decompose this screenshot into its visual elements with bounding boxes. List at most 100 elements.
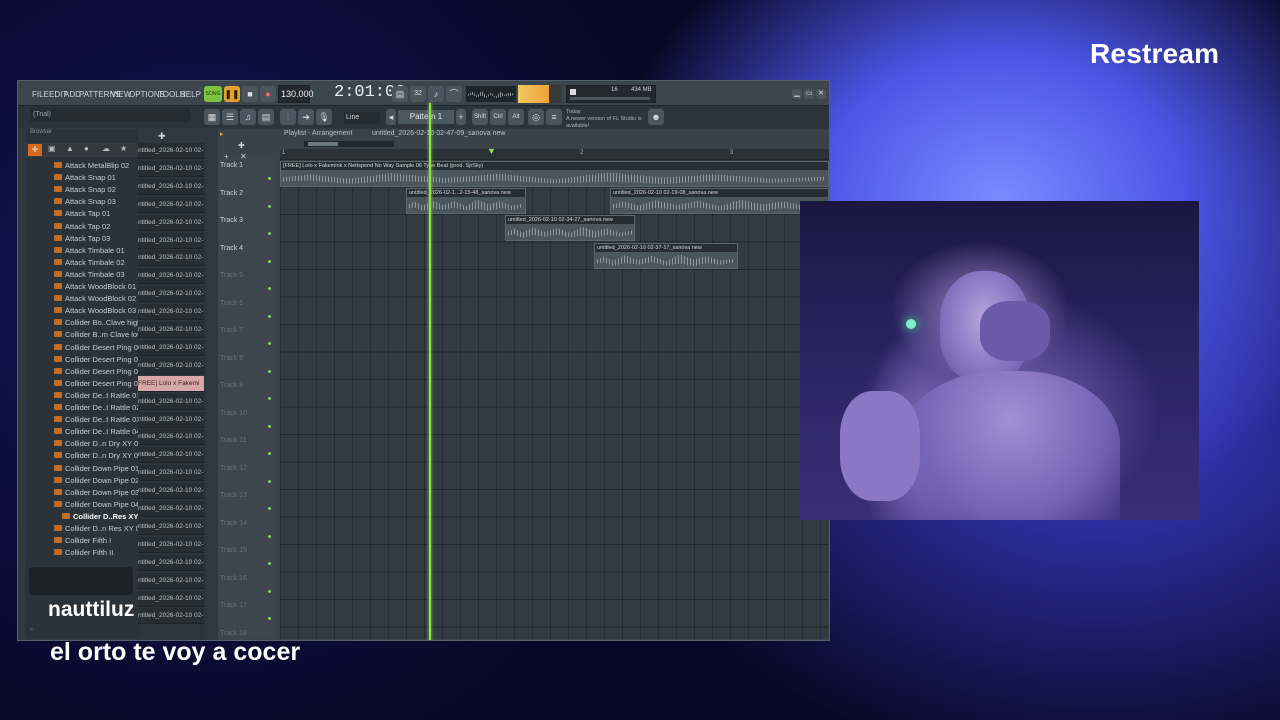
clip-picker-item[interactable]: ntitled_2026-02-10 02-	[138, 393, 204, 410]
clip-picker-item[interactable]: ntitled_2026-02-10 02-	[138, 501, 204, 517]
track-mute-led[interactable]	[268, 369, 271, 373]
track-label[interactable]: Track 6	[220, 300, 243, 307]
browser-item[interactable]: Collider D..Res XY 01	[62, 512, 149, 521]
browser-all-icon[interactable]: ✛	[28, 144, 42, 156]
shift-key-indicator[interactable]: Shift	[472, 109, 488, 125]
audio-clip[interactable]: untitled_2026-02-10 02-37-17_sanova new	[594, 243, 738, 269]
browser-item[interactable]: Collider De..t Rattle 04	[54, 427, 140, 436]
channel-rack-icon[interactable]: ▤	[258, 109, 274, 125]
track-mute-led[interactable]	[268, 342, 271, 345]
clip-picker-item[interactable]: ntitled_2026-02-10 02-	[138, 250, 204, 267]
track-label[interactable]: Track 8	[220, 355, 243, 362]
browser-item[interactable]: Attack Tap 02	[54, 222, 110, 231]
track-label[interactable]: Track 16	[220, 575, 247, 582]
track-label[interactable]: Track 15	[220, 547, 247, 554]
clip-picker-item[interactable]: ntitled_2026-02-10 02-	[138, 483, 204, 500]
prev-pattern-icon[interactable]: ◂	[386, 109, 396, 125]
browser-item[interactable]: Collider Fifth I	[54, 536, 111, 545]
browser-item[interactable]: Attack WoodBlock 01	[54, 282, 136, 291]
clip-picker-item[interactable]: ntitled_2026-02-10 02-	[138, 465, 204, 482]
clip-picker-item[interactable]: ntitled_2026-02-10 02-	[138, 518, 204, 535]
browser-item[interactable]: Collider De..t Rattle 03	[54, 415, 140, 424]
track-mute-led[interactable]	[268, 452, 271, 455]
track-mute-led[interactable]	[268, 287, 271, 290]
wait-input-icon[interactable]: ⌒	[446, 86, 462, 102]
clip-picker-item[interactable]: ntitled_2026-02-10 02-	[138, 357, 204, 374]
add-pattern-icon[interactable]: +	[456, 109, 466, 125]
folder-icon[interactable]: ▣	[48, 144, 56, 153]
browser-item[interactable]: Collider Down Pipe 04	[54, 500, 139, 509]
clip-picker-item[interactable]: ntitled_2026-02-10 02-	[138, 411, 204, 428]
track-label[interactable]: Track 5	[220, 272, 243, 279]
record-button[interactable]: ●	[260, 86, 276, 102]
clip-picker-item[interactable]: ntitled_2026-02-10 02-	[138, 178, 204, 195]
close-button[interactable]: ✕	[816, 89, 826, 99]
mixer-icon[interactable]: ⫶	[280, 109, 296, 125]
clip-picker-item[interactable]: ntitled_2026-02-10 02-	[138, 214, 204, 231]
browser-item[interactable]: Attack WoodBlock 02	[54, 294, 136, 303]
track-mute-led[interactable]	[268, 232, 271, 235]
browser-item[interactable]: Collider Desert Ping 02	[54, 355, 142, 364]
track-mute-led[interactable]	[268, 617, 271, 620]
star-icon[interactable]: ★	[120, 144, 127, 153]
browser-item[interactable]: Collider Fifth II	[54, 548, 113, 557]
menu-help[interactable]: HELP	[180, 90, 201, 99]
playhead[interactable]	[429, 103, 431, 640]
timeline-ruler[interactable]: 1 2 3 ▼	[280, 146, 829, 159]
browser-item[interactable]: Attack MetalBlip 02	[54, 161, 129, 170]
track-mute-led[interactable]	[268, 204, 271, 208]
audio-clip[interactable]: untitled_2026-02-10 02-19-08_sanova new	[610, 188, 829, 214]
track-label[interactable]: Track 4	[220, 245, 243, 252]
minimize-button[interactable]: ▁	[792, 89, 802, 99]
track-mute-led[interactable]	[268, 479, 271, 483]
clip-picker-item[interactable]: ntitled_2026-02-10 02-	[138, 429, 204, 446]
clip-picker-item[interactable]: ntitled_2026-02-10 02-	[138, 232, 204, 249]
pattern-selector[interactable]: Pattern 1	[398, 110, 454, 124]
stop-button[interactable]: ■	[242, 86, 258, 102]
browser-item[interactable]: Collider D..n Res XY 02	[54, 524, 144, 533]
track-label[interactable]: Track 17	[220, 602, 247, 609]
browser-item[interactable]: Attack Snap 02	[54, 185, 116, 194]
browser-item[interactable]: Attack Snap 03	[54, 197, 116, 206]
browser-item[interactable]: Collider Down Pipe 02	[54, 476, 139, 485]
track-label[interactable]: Track 1	[220, 162, 243, 169]
track-label[interactable]: Track 14	[220, 520, 247, 527]
browser-item[interactable]: Collider B..m Clave low	[54, 330, 143, 339]
track-label[interactable]: Track 10	[220, 410, 247, 417]
tempo-display[interactable]: 130.000	[278, 85, 314, 103]
track-label[interactable]: Track 9	[220, 382, 243, 389]
clip-picker-item[interactable]: ntitled_2026-02-10 02-	[138, 286, 204, 303]
playlist-icon[interactable]: ☰	[222, 109, 238, 125]
clip-picker-item[interactable]: ntitled_2026-02-10 02-	[138, 339, 204, 356]
typing-keyboard-icon[interactable]: ▤	[392, 86, 408, 102]
track-label[interactable]: Track 12	[220, 465, 247, 472]
browser-item[interactable]: Attack Snap 01	[54, 173, 116, 182]
clip-picker-item[interactable]: ntitled_2026-02-10 02-	[138, 143, 204, 159]
track-mute-led[interactable]	[268, 562, 271, 565]
browser-search[interactable]: ⌕	[30, 627, 130, 637]
track-label[interactable]: Track 2	[220, 190, 243, 197]
browser-item[interactable]: Attack Timbale 02	[54, 258, 125, 267]
clip-picker-item[interactable]: ntitled_2026-02-10 02-	[138, 590, 204, 607]
clip-picker-item[interactable]: ntitled_2026-02-10 02-	[138, 572, 204, 589]
snap-mode-select[interactable]: Line	[344, 112, 380, 124]
track-label[interactable]: Track 3	[220, 217, 243, 224]
audio-clip[interactable]: [FREE] Lolo x Fakemink x Nettspend No Wa…	[280, 161, 829, 187]
clip-picker-item[interactable]: ntitled_2026-02-10 02-	[138, 268, 204, 285]
scroll-thumb[interactable]	[308, 142, 338, 146]
browser-item[interactable]: Collider Bo..Clave high	[54, 318, 141, 327]
browser-item[interactable]: Collider Down Pipe 03	[54, 488, 139, 497]
browser-item[interactable]: Collider De..t Rattle 01	[54, 391, 140, 400]
browser-item[interactable]: Collider D..n Dry XY 02	[54, 451, 142, 460]
track-mute-led[interactable]	[268, 259, 271, 263]
clip-picker-item[interactable]: ntitled_2026-02-10 02-	[138, 554, 204, 571]
track-mute-led[interactable]	[268, 424, 271, 428]
browser-item[interactable]: Collider D..n Dry XY 01	[54, 439, 142, 448]
list-icon[interactable]: ≡	[546, 109, 562, 125]
plugin-icon[interactable]: ▲	[66, 144, 74, 153]
pause-button[interactable]: ❚❚	[224, 86, 240, 102]
track-label[interactable]: Track 13	[220, 492, 247, 499]
browser-item[interactable]: Attack WoodBlock 03	[54, 306, 136, 315]
clip-picker-item[interactable]: ntitled_2026-02-10 02-	[138, 536, 204, 553]
fl-logo-icon[interactable]: ☻	[648, 109, 664, 125]
